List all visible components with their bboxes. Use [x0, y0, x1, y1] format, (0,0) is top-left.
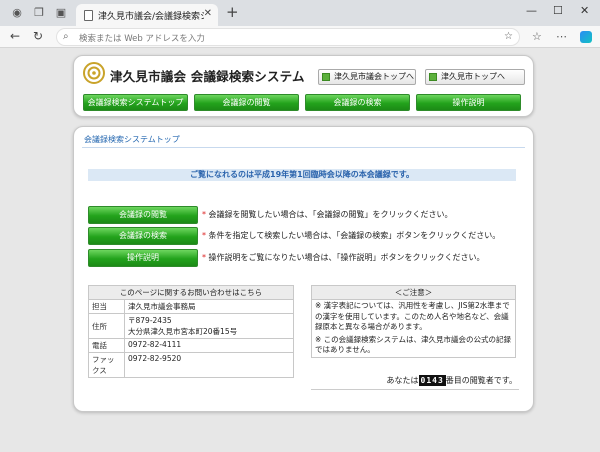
new-tab-icon[interactable]: +: [226, 4, 239, 20]
browse-button[interactable]: 会議録の閲覧: [88, 206, 198, 224]
minimize-icon[interactable]: —: [526, 4, 537, 17]
browser-tab[interactable]: 津久見市議会/会議録検索システム ✕: [76, 4, 218, 26]
favorite-icon[interactable]: ☆: [504, 31, 513, 42]
address: 大分県津久見市宮本町20番15号: [128, 327, 238, 336]
maximize-icon[interactable]: ☐: [553, 4, 563, 17]
contact-heading: このページに関するお問い合わせはこちら: [88, 285, 294, 300]
profile-icon[interactable]: ◉: [10, 6, 24, 20]
section-title: 会議録検索システムトップ: [84, 135, 180, 144]
notice-banner: ご覧になれるのは平成19年第1回臨時会以降の本会議録です。: [88, 169, 516, 181]
caution-heading: ＜ご注意＞: [312, 286, 515, 300]
address-bar-row: ← ↻ ⌕ 検索または Web アドレスを入力 ☆ ☆ ⋯: [0, 26, 600, 48]
table-row: ファックス 0972-82-9520: [88, 352, 294, 378]
contact-table: このページに関するお問い合わせはこちら 担当 津久見市議会事務局 住所 〒879…: [88, 285, 294, 378]
more-icon[interactable]: ⋯: [556, 30, 567, 43]
section-divider: [82, 147, 525, 148]
address-placeholder: 検索または Web アドレスを入力: [79, 34, 205, 44]
workspaces-icon[interactable]: ❐: [32, 6, 46, 20]
counter-divider: [311, 389, 519, 390]
favorites-icon[interactable]: ☆: [532, 30, 542, 43]
link-marker-icon: [322, 73, 330, 81]
address-input[interactable]: ⌕ 検索または Web アドレスを入力 ☆: [56, 28, 520, 46]
caution-line: ※ 漢字表記については、汎用性を考慮し、JIS第2水準までの漢字を使用しています…: [315, 301, 510, 331]
help-description: * 操作説明をご覧になりたい場合は、「操作説明」ボタンをクリックください。: [202, 253, 485, 262]
help-button[interactable]: 操作説明: [88, 249, 198, 267]
main-panel: 会議録検索システムトップ ご覧になれるのは平成19年第1回臨時会以降の本会議録で…: [73, 126, 534, 412]
link-marker-icon: [429, 73, 437, 81]
refresh-icon[interactable]: ↻: [33, 29, 43, 43]
browse-description: * 会議録を閲覧したい場合は、「会議録の閲覧」をクリックください。: [202, 210, 453, 219]
nav-help[interactable]: 操作説明: [416, 94, 521, 111]
search-description: * 条件を指定して検索したい場合は、「会議録の検索」ボタンをクリックください。: [202, 231, 501, 240]
back-icon[interactable]: ←: [10, 29, 20, 43]
counter-digits: 0143: [418, 375, 446, 386]
search-button[interactable]: 会議録の検索: [88, 227, 198, 245]
page-icon: [84, 10, 93, 21]
site-title: 津久見市議会 会議録検索システム: [110, 69, 305, 84]
vertical-tabs-icon[interactable]: ▣: [54, 6, 68, 20]
close-window-icon[interactable]: ✕: [580, 4, 589, 17]
table-row: 担当 津久見市議会事務局: [88, 299, 294, 314]
copilot-icon[interactable]: [580, 31, 592, 43]
nav-browse[interactable]: 会議録の閲覧: [194, 94, 299, 111]
table-row: 電話 0972-82-4111: [88, 338, 294, 353]
caution-line: ※ この会議録検索システムは、津久見市議会の公式の記録ではありません。: [315, 334, 511, 355]
city-emblem-icon: [83, 62, 105, 84]
search-icon: ⌕: [63, 31, 69, 42]
page-viewport: 津久見市議会 会議録検索システム 津久見市議会トップへ 津久見市トップへ 会議録…: [0, 48, 600, 452]
caution-box: ＜ご注意＞ ※ 漢字表記については、汎用性を考慮し、JIS第2水準までの漢字を使…: [311, 285, 516, 358]
nav-search[interactable]: 会議録の検索: [305, 94, 410, 111]
tab-bar: ◉ ❐ ▣ 津久見市議会/会議録検索システム ✕ + — ☐ ✕: [0, 0, 600, 26]
table-row: 住所 〒879-2435 大分県津久見市宮本町20番15号: [88, 313, 294, 339]
postal-code: 〒879-2435: [128, 316, 172, 325]
council-top-link[interactable]: 津久見市議会トップへ: [318, 69, 416, 85]
close-tab-icon[interactable]: ✕: [204, 8, 212, 19]
nav-system-top[interactable]: 会議録検索システムトップ: [83, 94, 188, 111]
visitor-counter: あなたは 0143 番目の閲覧者です。: [386, 375, 517, 386]
header-panel: 津久見市議会 会議録検索システム 津久見市議会トップへ 津久見市トップへ 会議録…: [73, 55, 534, 117]
tab-title: 津久見市議会/会議録検索システム: [98, 12, 204, 22]
city-top-link[interactable]: 津久見市トップへ: [425, 69, 525, 85]
